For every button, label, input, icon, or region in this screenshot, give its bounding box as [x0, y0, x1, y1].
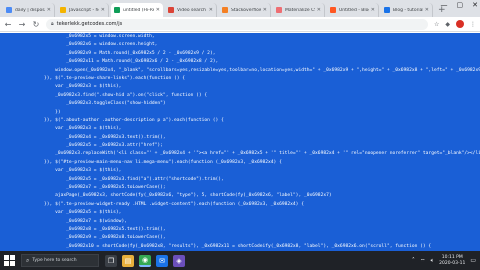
- browser-toolbar: ← → ↻ 🔒︎ tekerlekk.getcodes.com/js ☆ ◆ ⋮: [0, 17, 480, 32]
- volume-icon[interactable]: 🔈︎: [431, 257, 435, 265]
- browser-tab[interactable]: daily | disposal [Javame...✕: [3, 3, 55, 17]
- system-tray: ˄ ⌔ 🔈︎ 10:11 PM 2020-03-11 ▭: [412, 255, 476, 266]
- browser-tab[interactable]: Untitled - Blogger✕: [327, 3, 379, 17]
- mail-icon[interactable]: ✉: [156, 254, 168, 267]
- reload-icon[interactable]: ↻: [32, 20, 40, 29]
- tab-title: Javascript - how to...: [69, 7, 99, 13]
- code-line: _0x6982x7 = _0x6982x5.toLowerCase();: [0, 184, 480, 193]
- code-line: _0x6982x5 = _0x6982x3.attr("href");: [0, 142, 480, 151]
- start-windows-icon[interactable]: [4, 255, 15, 266]
- code-line: _0x6982x11 = Math.round(_0x6982x6 / 2 - …: [0, 58, 480, 67]
- tab-favicon-icon: [168, 7, 174, 13]
- tab-favicon-icon: [384, 7, 390, 13]
- toolbar-actions: ☆ ◆ ⋮: [434, 20, 476, 28]
- code-line: _0x6982x5 = _0x6982x3.find("a").attr("sh…: [0, 175, 480, 185]
- code-line: ajaxPage(_0x6982x3, shortCode(fy(_0x6982…: [0, 192, 480, 201]
- tab-favicon-icon: [6, 7, 12, 13]
- network-icon[interactable]: ⌔: [420, 257, 426, 265]
- tab-close-icon[interactable]: ✕: [425, 7, 429, 13]
- code-line: _0x6982x3.find(".show-hid a").on("click"…: [0, 91, 480, 101]
- code-line: var _0x6982x5 = $(this),: [0, 209, 480, 218]
- source-code-view[interactable]: _0x6982x5 = window.screen.width, _0x6982…: [0, 33, 480, 251]
- maximize-button[interactable]: ▢: [457, 1, 464, 9]
- chevron-up-icon[interactable]: ˄: [412, 257, 415, 264]
- tab-favicon-icon: [60, 7, 66, 13]
- tab-favicon-icon: [276, 7, 282, 13]
- tab-title: Stackoverflow: [231, 7, 261, 13]
- search-icon: ⌕: [26, 256, 30, 264]
- code-line: _0x6982x9 = _0x6982x8.toLowerCase(),: [0, 234, 480, 243]
- tab-close-icon[interactable]: ✕: [47, 7, 51, 13]
- tab-title: Untitled - Blogger: [339, 7, 369, 13]
- code-line: }), $(".te-preview-widget-ready .HTML .w…: [0, 200, 480, 210]
- tab-title: daily | disposal [Javame...: [15, 7, 45, 13]
- tab-title: Materialize CSS: [285, 7, 315, 13]
- bookmark-star-icon[interactable]: ☆: [434, 21, 439, 28]
- code-line: window.open(_0x6982x4, "_blank", "scroll…: [0, 66, 480, 75]
- code-line: }), $(".about-author .author-description…: [0, 116, 480, 126]
- code-line: _0x6982x8 = _0x6982x5.text().trim(),: [0, 225, 480, 235]
- browser-tab[interactable]: Javascript - how to...✕: [57, 3, 109, 17]
- address-bar[interactable]: 🔒︎ tekerlekk.getcodes.com/js: [46, 18, 428, 30]
- tab-close-icon[interactable]: ✕: [317, 7, 321, 13]
- pinned-apps: ❐ ▤ ◉ ✉ ◈: [105, 254, 185, 267]
- taskbar-search[interactable]: ⌕ Type here to search: [21, 254, 99, 267]
- code-line: _0x6982x3.replaceWith('<li class="' + _0…: [0, 150, 480, 159]
- store-icon[interactable]: ◈: [173, 254, 185, 267]
- tab-title: untitled (Hi-Res): [123, 7, 154, 13]
- file-explorer-icon[interactable]: ▤: [122, 254, 134, 267]
- forward-arrow-icon[interactable]: →: [18, 20, 26, 29]
- profile-avatar[interactable]: [456, 20, 464, 28]
- code-line: }), $("#te-preview-main-menu-nav li.mega…: [0, 158, 480, 168]
- clock[interactable]: 10:11 PM 2020-03-11: [439, 255, 465, 266]
- code-line: var _0x6982x3 = $(this),: [0, 83, 480, 92]
- url-text: tekerlekk.getcodes.com/js: [56, 21, 123, 27]
- code-line: _0x6982x7 = $(window),: [0, 217, 480, 226]
- browser-tab-strip: daily | disposal [Javame...✕Javascript -…: [0, 0, 480, 17]
- browser-tab[interactable]: Stackoverflow ✕: [219, 3, 271, 17]
- clock-date: 2020-03-11: [439, 260, 466, 266]
- back-arrow-icon[interactable]: ←: [4, 20, 12, 29]
- tab-favicon-icon: [330, 7, 336, 13]
- search-placeholder: Type here to search: [32, 258, 77, 263]
- window-controls: — ▢ ✕: [441, 1, 479, 9]
- tab-title: Blog - tutorials: [393, 7, 423, 13]
- minimize-button[interactable]: —: [441, 1, 448, 9]
- tab-close-icon[interactable]: ✕: [371, 7, 375, 13]
- tab-favicon-icon: [222, 7, 228, 13]
- code-line: }), $(".te-preview-share-links").each(fu…: [0, 74, 480, 84]
- tab-close-icon[interactable]: ✕: [101, 7, 105, 13]
- browser-tab[interactable]: Materialize CSS✕: [273, 3, 325, 17]
- tab-close-icon[interactable]: ✕: [209, 7, 213, 13]
- close-window-button[interactable]: ✕: [472, 1, 478, 9]
- chrome-icon[interactable]: ◉: [139, 254, 151, 267]
- browser-tab[interactable]: Blog - tutorials ✕: [381, 3, 433, 17]
- code-line: _0x6982x9 = Math.round(_0x6982x5 / 2 - _…: [0, 49, 480, 59]
- code-line: _0x6982x3.toggleClass("show-hidden"): [0, 100, 480, 109]
- tab-favicon-icon: [114, 7, 120, 13]
- windows-taskbar: ⌕ Type here to search ❐ ▤ ◉ ✉ ◈ ˄ ⌔ 🔈︎ 10:11…: [0, 251, 480, 270]
- tab-close-icon[interactable]: ✕: [263, 7, 267, 13]
- browser-tab[interactable]: untitled (Hi-Res)✕: [111, 3, 163, 17]
- code-line: _0x6982x6 = window.screen.height,: [0, 41, 480, 50]
- code-line: var _0x6982x3 = $(this),: [0, 125, 480, 134]
- lock-icon: 🔒︎: [51, 21, 54, 27]
- extension-icon[interactable]: ◆: [445, 21, 450, 28]
- browser-tab[interactable]: Video search results✕: [165, 3, 217, 17]
- tab-title: Video search results: [177, 7, 207, 13]
- code-line: _0x6982x5 = window.screen.width,: [0, 33, 480, 42]
- code-line: _0x6982x4 = _0x6982x3.text().trim(),: [0, 133, 480, 143]
- code-line: }): [0, 108, 480, 117]
- menu-icon[interactable]: ⋮: [470, 21, 476, 28]
- task-view-icon[interactable]: ❐: [105, 254, 117, 267]
- notification-icon[interactable]: ▭: [470, 257, 476, 264]
- code-line: _0x6982x10 = shortCode(fy(_0x6982x8, "re…: [0, 242, 480, 251]
- code-line: var _0x6982x3 = $(this),: [0, 167, 480, 176]
- tab-close-icon[interactable]: ✕: [156, 7, 160, 13]
